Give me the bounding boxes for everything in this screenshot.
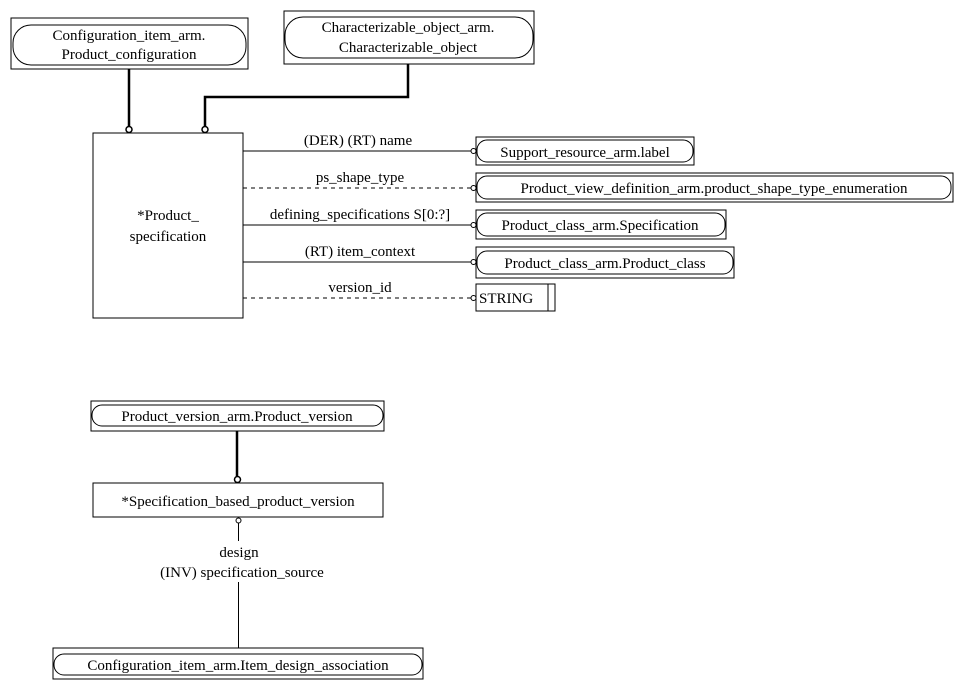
relation-design: design (INV) specification_source <box>160 517 324 650</box>
relation-defining-specifications: defining_specifications S[0:?] <box>243 207 477 228</box>
supertype-link-endpoint <box>125 125 133 134</box>
express-g-diagram: Configuration_item_arm. Product_configur… <box>10 10 954 680</box>
supertype-link-endpoint <box>233 475 242 484</box>
relation-endpoint <box>470 259 477 265</box>
entity-item-design-association-text: Configuration_item_arm.Item_design_assoc… <box>87 658 389 674</box>
relation-version-id-label: version_id <box>328 280 392 296</box>
relation-specification-source-label: (INV) specification_source <box>160 565 324 581</box>
supertype-link-endpoint <box>201 125 209 134</box>
entity-product-shape-type-enumeration[interactable]: Product_view_definition_arm.product_shap… <box>475 172 954 203</box>
entity-product-class-specification[interactable]: Product_class_arm.Specification <box>475 209 727 240</box>
entity-product-specification-line2: specification <box>130 229 207 245</box>
entity-product-version-text: Product_version_arm.Product_version <box>121 409 353 425</box>
entity-product-shape-type-enumeration-text: Product_view_definition_arm.product_shap… <box>521 181 908 197</box>
relation-ps-shape-type-label: ps_shape_type <box>316 170 405 186</box>
entity-specification-based-product-version[interactable]: *Specification_based_product_version <box>92 482 384 518</box>
relation-endpoint <box>470 222 477 228</box>
relation-design-label: design <box>219 545 259 561</box>
relation-endpoint <box>470 148 477 154</box>
entity-characterizable-object-line1: Characterizable_object_arm. <box>322 20 495 36</box>
relation-name-label: (DER) (RT) name <box>304 133 413 149</box>
relation-ps-shape-type: ps_shape_type <box>243 170 477 191</box>
relation-endpoint <box>235 517 242 524</box>
supertype-link-characterizable-object <box>203 64 410 127</box>
entity-product-class-specification-text: Product_class_arm.Specification <box>501 218 699 234</box>
entity-product-version[interactable]: Product_version_arm.Product_version <box>90 400 385 432</box>
type-string[interactable]: STRING <box>475 283 556 312</box>
entity-product-configuration-line2: Product_configuration <box>62 47 197 63</box>
relation-item-context-label: (RT) item_context <box>305 244 416 260</box>
relation-version-id: version_id <box>243 280 477 301</box>
entity-product-specification[interactable]: *Product_ specification <box>92 132 244 319</box>
relation-endpoint <box>470 185 477 191</box>
relation-endpoint <box>470 295 477 301</box>
type-string-text: STRING <box>479 291 533 307</box>
relation-name: (DER) (RT) name <box>243 133 477 154</box>
entity-product-specification-line1: *Product_ <box>137 208 199 224</box>
entity-characterizable-object[interactable]: Characterizable_object_arm. Characteriza… <box>283 10 535 65</box>
relation-item-context: (RT) item_context <box>243 244 477 265</box>
entity-product-class-product-class-text: Product_class_arm.Product_class <box>504 256 705 272</box>
entity-specification-based-product-version-text: *Specification_based_product_version <box>121 494 355 510</box>
relation-defining-specifications-label: defining_specifications S[0:?] <box>270 207 450 223</box>
entity-characterizable-object-line2: Characterizable_object <box>339 40 478 56</box>
entity-support-resource-label[interactable]: Support_resource_arm.label <box>475 136 695 166</box>
entity-product-configuration-line1: Configuration_item_arm. <box>53 28 206 44</box>
entity-product-class-product-class[interactable]: Product_class_arm.Product_class <box>475 246 735 279</box>
entity-item-design-association[interactable]: Configuration_item_arm.Item_design_assoc… <box>52 647 424 680</box>
entity-product-configuration[interactable]: Configuration_item_arm. Product_configur… <box>10 17 249 70</box>
entity-support-resource-label-text: Support_resource_arm.label <box>500 145 670 161</box>
